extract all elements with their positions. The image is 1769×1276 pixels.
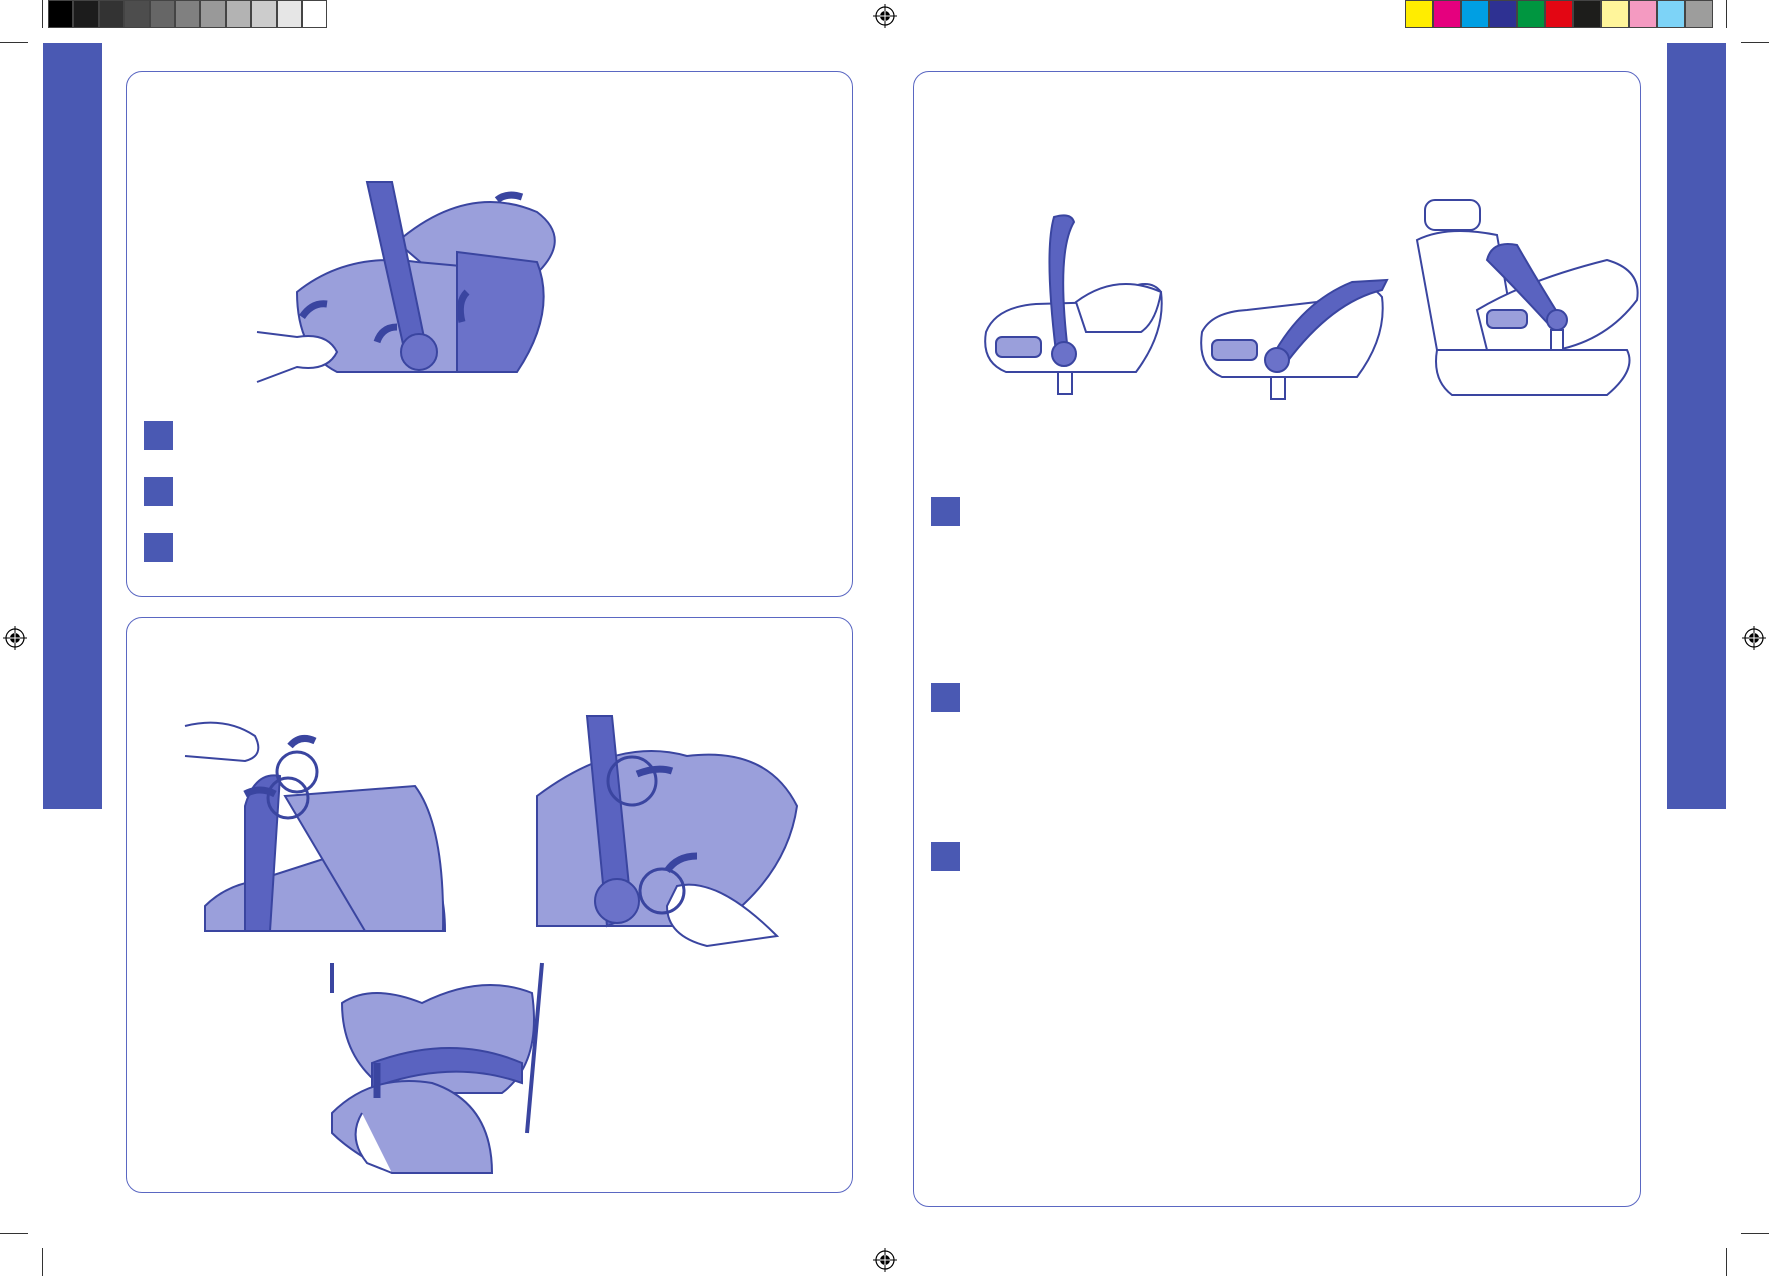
canopy-release-illustration-c: [330, 962, 544, 1174]
crop-mark: [1726, 1248, 1727, 1276]
registration-mark-icon: [3, 626, 27, 650]
panel-handle-positions: [913, 71, 1641, 1207]
step-square-icon: [144, 477, 173, 506]
panel-handle-adjust: [126, 71, 853, 597]
color-swatch: [1601, 0, 1629, 28]
color-swatch: [1405, 0, 1433, 28]
crop-mark: [0, 1233, 28, 1234]
color-swatch: [276, 0, 302, 28]
panel-canopy-removal: [126, 617, 853, 1193]
color-swatch: [149, 0, 175, 28]
handle-position-vehicle-illustration: [1415, 199, 1639, 396]
color-swatch: [73, 0, 99, 28]
car-seat-handle-illustration: [256, 181, 556, 383]
crop-mark: [1741, 42, 1769, 43]
color-swatch: [1657, 0, 1685, 28]
color-swatch: [124, 0, 150, 28]
right-side-tab: [1667, 43, 1726, 809]
color-swatch: [1489, 0, 1517, 28]
color-swatch: [302, 0, 328, 28]
crop-mark: [42, 0, 43, 28]
step-square-icon: [144, 533, 173, 562]
color-swatch: [251, 0, 277, 28]
color-swatch: [98, 0, 125, 28]
color-swatch: [175, 0, 201, 28]
crop-mark: [1741, 1233, 1769, 1234]
canopy-release-illustration-b: [536, 715, 799, 948]
color-swatch: [1517, 0, 1545, 28]
handle-position-flat-illustration: [1200, 278, 1389, 400]
registration-mark-icon: [873, 4, 897, 28]
crop-mark: [1726, 0, 1727, 28]
canopy-release-illustration-a: [184, 721, 447, 932]
process-color-bar: [1405, 0, 1713, 28]
crop-mark: [42, 1248, 43, 1276]
color-swatch: [1685, 0, 1713, 28]
step-square-icon: [931, 497, 960, 526]
registration-mark-icon: [873, 1248, 897, 1272]
grayscale-color-bar: [48, 0, 328, 28]
color-swatch: [225, 0, 252, 28]
left-side-tab: [43, 43, 102, 809]
step-square-icon: [144, 421, 173, 450]
color-swatch: [200, 0, 226, 28]
color-swatch: [1545, 0, 1573, 28]
step-square-icon: [931, 842, 960, 871]
crop-mark: [0, 42, 28, 43]
step-square-icon: [931, 683, 960, 712]
color-swatch: [1433, 0, 1461, 28]
color-swatch: [1629, 0, 1657, 28]
color-swatch: [48, 0, 74, 28]
registration-mark-icon: [1742, 626, 1766, 650]
color-swatch: [1461, 0, 1489, 28]
handle-position-upright-illustration: [984, 214, 1163, 395]
color-swatch: [1573, 0, 1601, 28]
